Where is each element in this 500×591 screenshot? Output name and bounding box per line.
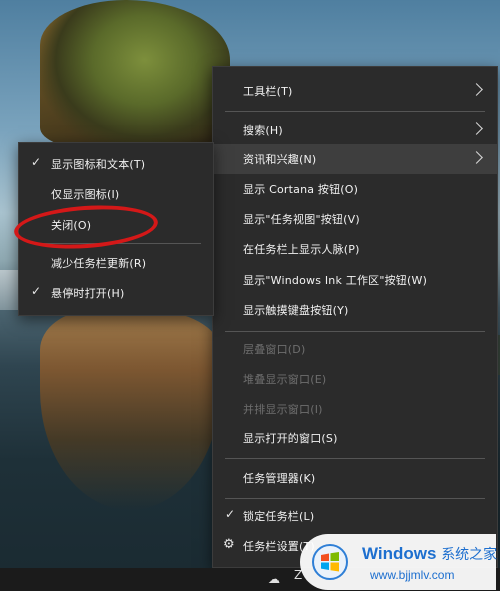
submenu-item-reduce-updates[interactable]: 减少任务栏更新(R) (19, 248, 213, 278)
menu-item-show-windows-ink[interactable]: 显示"Windows Ink 工作区"按钮(W) (213, 265, 497, 295)
menu-item-stack-windows: 堆叠显示窗口(E) (243, 373, 327, 386)
menu-item-toolbars[interactable]: 工具栏(T) (213, 76, 497, 106)
chevron-right-icon (470, 122, 483, 135)
menu-item-show-task-view[interactable]: 显示"任务视图"按钮(V) (213, 204, 497, 234)
menu-item-news-interests[interactable]: 资讯和兴趣(N) (213, 144, 497, 174)
gear-icon: ⚙ (223, 537, 235, 552)
watermark-title-cn: 系统之家 (441, 546, 498, 562)
chevron-right-icon (470, 151, 483, 164)
submenu-item-show-icon-and-text[interactable]: ✓ 显示图标和文本(T) (19, 149, 213, 179)
watermark: Windows 系统之家 www.bjjmlv.com (300, 534, 498, 590)
checkmark-icon: ✓ (31, 155, 42, 169)
weather-cloud-icon[interactable]: ☁ (268, 572, 282, 586)
submenu-item-open-on-hover[interactable]: ✓ 悬停时打开(H) (19, 278, 213, 308)
watermark-url: www.bjjmlv.com (370, 568, 455, 582)
menu-item-side-by-side-windows: 并排显示窗口(I) (243, 403, 323, 416)
menu-separator (225, 498, 485, 499)
menu-separator (225, 458, 485, 459)
rock-formation (40, 0, 230, 150)
menu-item-task-manager[interactable]: 任务管理器(K) (213, 463, 497, 493)
menu-item-show-desktop-windows[interactable]: 显示打开的窗口(S) (213, 423, 497, 453)
watermark-title: Windows (362, 544, 437, 563)
menu-item-show-people[interactable]: 在任务栏上显示人脉(P) (213, 234, 497, 264)
menu-item-search[interactable]: 搜索(H) (213, 115, 497, 145)
chevron-right-icon (470, 83, 483, 96)
checkmark-icon: ✓ (31, 284, 42, 298)
submenu-item-show-icon-only[interactable]: 仅显示图标(I) (19, 179, 213, 209)
checkmark-icon: ✓ (225, 507, 236, 521)
menu-item-lock-taskbar[interactable]: ✓ 锁定任务栏(L) (213, 501, 497, 531)
menu-item-show-touch-keyboard[interactable]: 显示触摸键盘按钮(Y) (213, 295, 497, 325)
menu-item-show-cortana[interactable]: 显示 Cortana 按钮(O) (213, 174, 497, 204)
menu-item-cascade-windows: 层叠窗口(D) (243, 343, 306, 356)
menu-separator (225, 331, 485, 332)
menu-separator (225, 111, 485, 112)
rock-reflection (40, 310, 220, 510)
windows-logo-icon (312, 544, 348, 580)
taskbar-context-menu: 工具栏(T) 搜索(H) 资讯和兴趣(N) 显示 Cortana 按钮(O) 显… (212, 66, 498, 568)
